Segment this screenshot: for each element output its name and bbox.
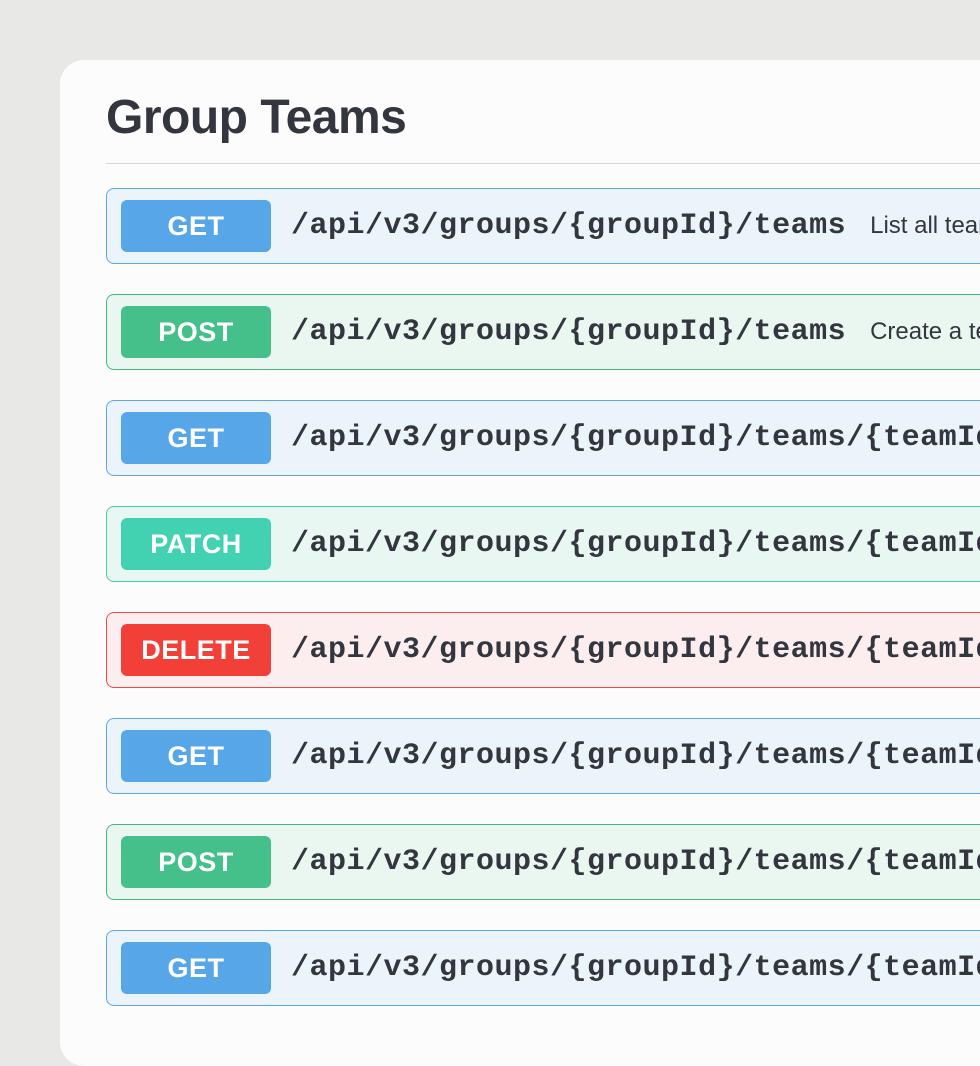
method-badge-get: GET	[121, 942, 271, 994]
operation-path: /api/v3/groups/{groupId}/teams/{teamId}	[291, 527, 980, 561]
operation-path: /api/v3/groups/{groupId}/teams/{teamId}	[291, 739, 980, 773]
method-badge-get: GET	[121, 200, 271, 252]
operation-path: /api/v3/groups/{groupId}/teams/{teamId}	[291, 421, 980, 455]
operation-row[interactable]: GET /api/v3/groups/{groupId}/teams List …	[106, 188, 980, 264]
api-doc-page: Group Teams GET /api/v3/groups/{groupId}…	[60, 60, 980, 1066]
operation-row[interactable]: PATCH /api/v3/groups/{groupId}/teams/{te…	[106, 506, 980, 582]
operation-path: /api/v3/groups/{groupId}/teams/{teamId}	[291, 633, 980, 667]
operation-row[interactable]: POST /api/v3/groups/{groupId}/teams/{tea…	[106, 824, 980, 900]
method-badge-get: GET	[121, 412, 271, 464]
operation-row[interactable]: GET /api/v3/groups/{groupId}/teams/{team…	[106, 718, 980, 794]
operation-summary: List all teams	[870, 212, 980, 240]
method-badge-delete: DELETE	[121, 624, 271, 676]
operation-row[interactable]: GET /api/v3/groups/{groupId}/teams/{team…	[106, 930, 980, 1006]
operation-row[interactable]: DELETE /api/v3/groups/{groupId}/teams/{t…	[106, 612, 980, 688]
operation-row[interactable]: GET /api/v3/groups/{groupId}/teams/{team…	[106, 400, 980, 476]
operations-list: GET /api/v3/groups/{groupId}/teams List …	[106, 188, 980, 1006]
operation-summary: Create a team	[870, 318, 980, 346]
divider	[106, 163, 980, 164]
method-badge-get: GET	[121, 730, 271, 782]
operation-path: /api/v3/groups/{groupId}/teams	[291, 315, 846, 349]
method-badge-patch: PATCH	[121, 518, 271, 570]
method-badge-post: POST	[121, 306, 271, 358]
section-title: Group Teams	[106, 90, 980, 145]
operation-path: /api/v3/groups/{groupId}/teams	[291, 209, 846, 243]
operation-path: /api/v3/groups/{groupId}/teams/{teamId}	[291, 845, 980, 879]
method-badge-post: POST	[121, 836, 271, 888]
operation-row[interactable]: POST /api/v3/groups/{groupId}/teams Crea…	[106, 294, 980, 370]
